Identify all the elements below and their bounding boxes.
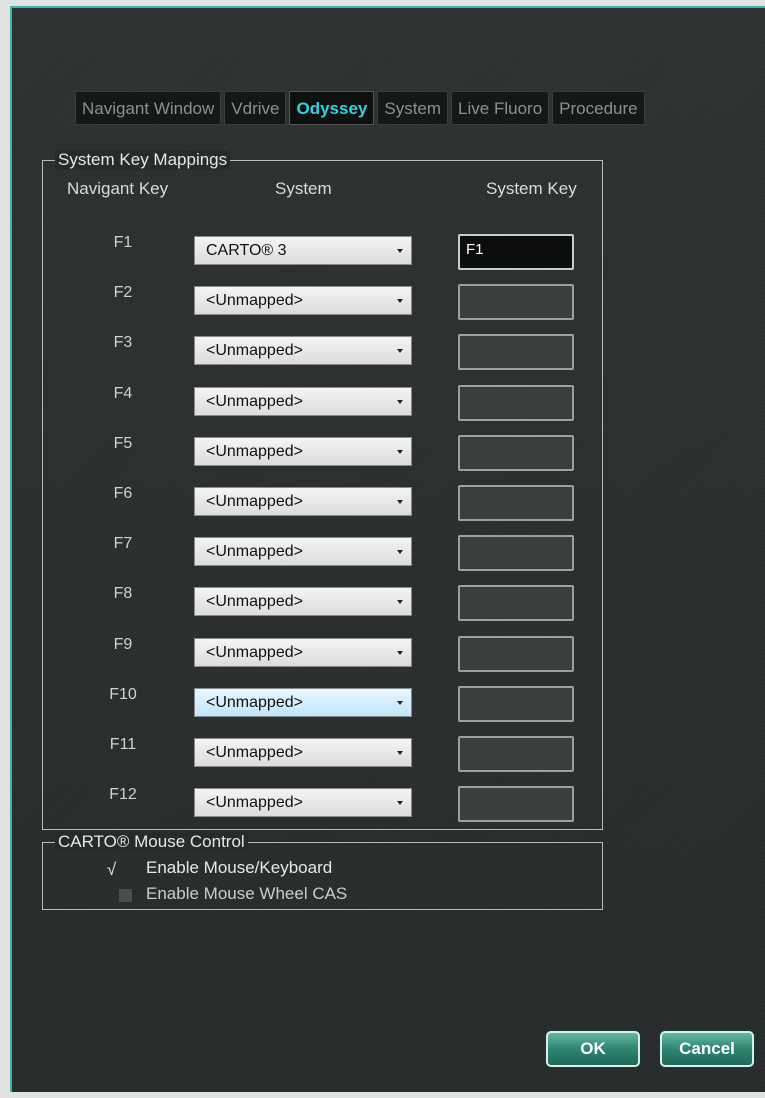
- chevron-down-icon: [397, 400, 403, 404]
- navigant-key-label: F5: [113, 435, 133, 452]
- mouse-control-title: CARTO® Mouse Control: [55, 832, 248, 852]
- chevron-down-icon: [397, 299, 403, 303]
- enable-mouse-wheel-label[interactable]: Enable Mouse Wheel CAS: [146, 884, 347, 904]
- navigant-key-label: F10: [109, 686, 137, 703]
- system-key-field[interactable]: [458, 736, 574, 772]
- navigant-key-label: F7: [113, 535, 133, 552]
- system-select-value: <Unmapped>: [206, 593, 303, 610]
- tab-odyssey[interactable]: Odyssey: [289, 91, 375, 125]
- tab-bar: Navigant Window Vdrive Odyssey System Li…: [75, 91, 645, 127]
- system-select-value: <Unmapped>: [206, 292, 303, 309]
- chevron-down-icon: [397, 751, 403, 755]
- system-select-value: <Unmapped>: [206, 342, 303, 359]
- system-select[interactable]: <Unmapped>: [194, 487, 412, 516]
- navigant-key-label: F4: [113, 385, 133, 402]
- chevron-down-icon: [397, 550, 403, 554]
- system-key-mappings-group: System Key Mappings Navigant Key System …: [42, 150, 603, 830]
- tab-vdrive[interactable]: Vdrive: [224, 91, 287, 125]
- navigant-key-label: F1: [113, 234, 133, 251]
- header-navigant-key: Navigant Key: [67, 179, 169, 198]
- chevron-down-icon: [397, 450, 403, 454]
- system-select[interactable]: CARTO® 3: [194, 236, 412, 265]
- tab-system[interactable]: System: [377, 91, 449, 125]
- system-key-field[interactable]: [458, 786, 574, 822]
- chevron-down-icon: [397, 801, 403, 805]
- system-key-mappings-title: System Key Mappings: [55, 150, 231, 170]
- cancel-button[interactable]: Cancel: [660, 1031, 754, 1067]
- navigant-key-label: F12: [109, 786, 137, 803]
- system-select-value: <Unmapped>: [206, 443, 303, 460]
- system-key-field[interactable]: [458, 284, 574, 320]
- system-key-field[interactable]: [458, 585, 574, 621]
- system-select[interactable]: <Unmapped>: [194, 537, 412, 566]
- system-select[interactable]: <Unmapped>: [194, 587, 412, 616]
- system-key-field[interactable]: [458, 385, 574, 421]
- system-select-value: <Unmapped>: [206, 543, 303, 560]
- tab-procedure[interactable]: Procedure: [552, 91, 645, 125]
- header-system: System: [275, 179, 332, 198]
- enable-mouse-keyboard-label[interactable]: Enable Mouse/Keyboard: [146, 858, 332, 878]
- system-select[interactable]: <Unmapped>: [194, 437, 412, 466]
- system-select[interactable]: <Unmapped>: [194, 286, 412, 315]
- system-select-value: <Unmapped>: [206, 794, 303, 811]
- system-select[interactable]: <Unmapped>: [194, 738, 412, 767]
- system-select-value: <Unmapped>: [206, 744, 303, 761]
- system-select-value: CARTO® 3: [206, 242, 287, 259]
- chevron-down-icon: [397, 249, 403, 253]
- navigant-key-label: F3: [113, 334, 133, 351]
- chevron-down-icon: [397, 651, 403, 655]
- system-key-field[interactable]: [458, 686, 574, 722]
- system-key-field[interactable]: [458, 334, 574, 370]
- system-key-field[interactable]: [458, 636, 574, 672]
- system-select[interactable]: <Unmapped>: [194, 387, 412, 416]
- settings-window: Navigant Window Vdrive Odyssey System Li…: [10, 6, 765, 1092]
- chevron-down-icon: [397, 701, 403, 705]
- mouse-control-group: CARTO® Mouse Control √ Enable Mouse/Keyb…: [42, 832, 603, 910]
- system-select[interactable]: <Unmapped>: [194, 688, 412, 717]
- system-key-field[interactable]: F1: [458, 234, 574, 270]
- system-key-field[interactable]: [458, 485, 574, 521]
- system-select[interactable]: <Unmapped>: [194, 638, 412, 667]
- system-select-value: <Unmapped>: [206, 644, 303, 661]
- system-select[interactable]: <Unmapped>: [194, 788, 412, 817]
- system-key-field[interactable]: [458, 435, 574, 471]
- system-select-value: <Unmapped>: [206, 694, 303, 711]
- system-select-value: <Unmapped>: [206, 493, 303, 510]
- navigant-key-label: F2: [113, 284, 133, 301]
- chevron-down-icon: [397, 600, 403, 604]
- navigant-key-label: F6: [113, 485, 133, 502]
- navigant-key-label: F8: [113, 585, 133, 602]
- enable-mouse-keyboard-checkbox[interactable]: √: [105, 861, 118, 878]
- tab-live-fluoro[interactable]: Live Fluoro: [451, 91, 550, 125]
- chevron-down-icon: [397, 500, 403, 504]
- header-system-key: System Key: [486, 179, 577, 198]
- enable-mouse-wheel-checkbox[interactable]: [119, 889, 132, 902]
- navigant-key-label: F9: [113, 636, 133, 653]
- chevron-down-icon: [397, 349, 403, 353]
- ok-button[interactable]: OK: [546, 1031, 640, 1067]
- system-select[interactable]: <Unmapped>: [194, 336, 412, 365]
- navigant-key-label: F11: [109, 736, 137, 753]
- system-select-value: <Unmapped>: [206, 393, 303, 410]
- tab-navigant-window[interactable]: Navigant Window: [75, 91, 222, 125]
- system-key-field[interactable]: [458, 535, 574, 571]
